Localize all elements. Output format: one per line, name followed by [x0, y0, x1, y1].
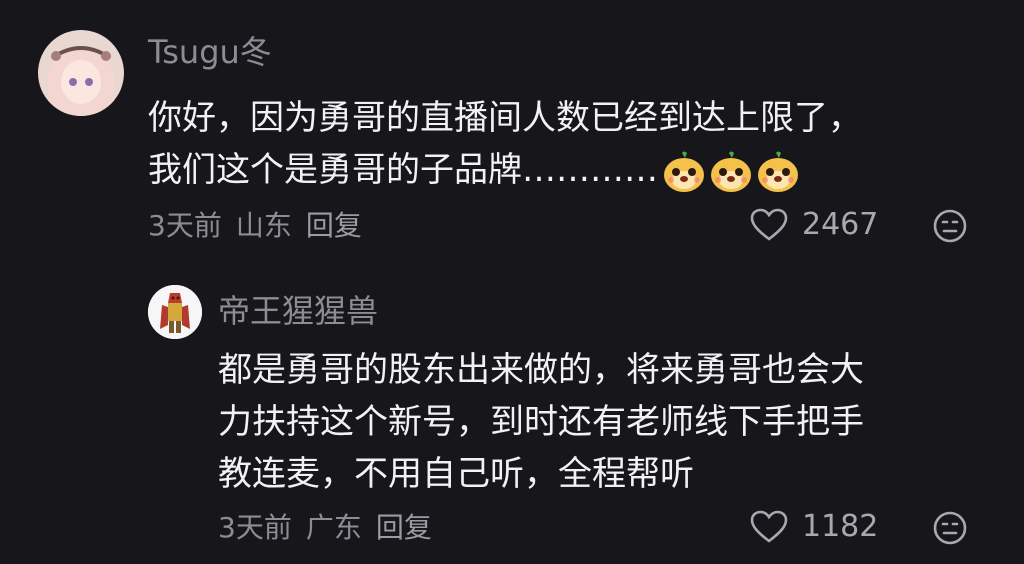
comment-line: 我们这个是勇哥的子品牌…………: [148, 144, 862, 196]
digimon-avatar-icon: [148, 285, 202, 339]
anime-girl-avatar-icon: [38, 30, 124, 116]
like-button[interactable]: 2467: [750, 207, 878, 243]
like-count: 2467: [802, 207, 879, 242]
comment-line: 教连麦，不用自己听，全程帮听: [218, 454, 694, 494]
avatar[interactable]: [38, 30, 124, 116]
reply-button[interactable]: 回复: [306, 209, 362, 242]
avatar[interactable]: [148, 285, 202, 339]
like-button[interactable]: 1182: [750, 509, 878, 545]
comment-text: 都是勇哥的股东出来做的，将来勇哥也会大 力扶持这个新号，到时还有老师线下手把手 …: [218, 344, 864, 500]
reply-button[interactable]: 回复: [376, 511, 432, 544]
timestamp: 3天前: [218, 511, 292, 544]
dog-face-emoji-icon: [711, 151, 751, 192]
heart-icon: [750, 510, 788, 543]
username[interactable]: 帝王猩猩兽: [218, 291, 378, 331]
comment-text: 你好，因为勇哥的直播间人数已经到达上限了， 我们这个是勇哥的子品牌…………: [148, 92, 862, 196]
emoji-react-icon[interactable]: [932, 208, 968, 244]
heart-icon: [750, 208, 788, 241]
like-count: 1182: [802, 509, 879, 544]
comment-line: 都是勇哥的股东出来做的，将来勇哥也会大: [218, 350, 864, 390]
location: 广东: [305, 511, 362, 544]
comment-meta: 3天前 广东 回复: [218, 510, 446, 546]
timestamp: 3天前: [148, 209, 222, 242]
location: 山东: [235, 209, 292, 242]
comment-line: 力扶持这个新号，到时还有老师线下手把手: [218, 402, 864, 442]
username[interactable]: Tsugu冬: [148, 32, 272, 72]
comment-line: 你好，因为勇哥的直播间人数已经到达上限了，: [148, 98, 862, 138]
dog-face-emoji-icon: [758, 151, 798, 192]
emoji-react-icon[interactable]: [932, 510, 968, 546]
dog-face-emoji-icon: [664, 151, 704, 192]
emoji-row: [662, 150, 803, 194]
comment-meta: 3天前 山东 回复: [148, 208, 376, 244]
